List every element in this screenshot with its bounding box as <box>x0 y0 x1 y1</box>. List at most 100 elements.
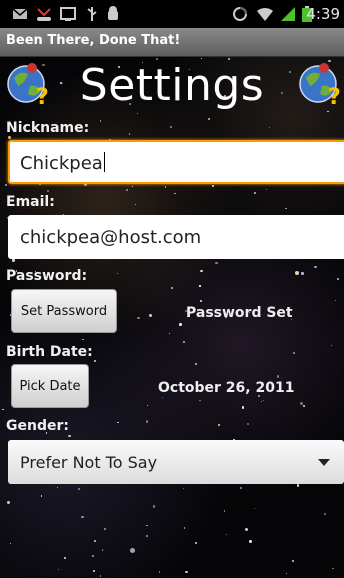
star <box>4 183 7 186</box>
star <box>241 406 244 409</box>
status-time: 4:39 <box>306 5 340 23</box>
missed-call-icon <box>37 8 51 21</box>
star <box>194 542 197 545</box>
svg-text:?: ? <box>328 85 341 108</box>
star <box>276 375 280 378</box>
star <box>46 190 49 193</box>
star <box>211 184 215 188</box>
nickname-label: Nickname: <box>6 120 90 136</box>
star <box>253 191 257 195</box>
star <box>239 487 242 490</box>
star <box>10 543 12 545</box>
star <box>126 189 128 191</box>
globe-question-icon: ? <box>299 63 341 108</box>
pick-date-button[interactable]: Pick Date <box>11 364 89 408</box>
star <box>40 495 42 497</box>
star <box>199 399 201 401</box>
star <box>330 344 332 346</box>
star <box>199 285 201 287</box>
star <box>81 338 84 341</box>
star <box>285 207 287 210</box>
app-title-bar: Been There, Done That! <box>0 28 344 57</box>
email-value: chickpea@host.com <box>20 227 202 248</box>
app-title: Been There, Done That! <box>6 33 181 48</box>
star <box>99 120 102 122</box>
star <box>265 188 268 191</box>
star <box>145 420 148 423</box>
star <box>334 299 337 301</box>
star <box>93 539 96 542</box>
star <box>215 262 218 265</box>
star <box>147 404 149 407</box>
star <box>268 127 271 129</box>
star <box>103 527 106 531</box>
star <box>93 360 96 363</box>
signal-icon <box>281 7 295 21</box>
star <box>2 408 4 411</box>
password-status: Password Set <box>186 305 293 321</box>
gender-selected: Prefer Not To Say <box>20 453 158 472</box>
star <box>249 540 252 543</box>
star <box>223 510 226 513</box>
star <box>146 534 148 537</box>
screen-icon <box>60 7 76 21</box>
star <box>245 528 249 532</box>
star <box>286 573 288 575</box>
star <box>314 265 317 268</box>
set-password-button[interactable]: Set Password <box>11 289 117 333</box>
star <box>64 556 66 559</box>
star <box>291 559 294 562</box>
star <box>128 133 131 135</box>
star <box>207 117 210 120</box>
star <box>146 524 148 527</box>
star <box>137 112 139 114</box>
star <box>200 269 203 272</box>
wifi-icon <box>257 7 273 21</box>
star <box>185 570 188 574</box>
star <box>337 278 339 280</box>
star <box>200 57 203 60</box>
star <box>8 136 12 140</box>
star <box>324 513 327 515</box>
star <box>301 272 304 275</box>
star <box>92 555 94 557</box>
dropdown-arrow-icon <box>318 459 330 466</box>
star <box>164 186 167 188</box>
birth-date-value: October 26, 2011 <box>158 380 295 396</box>
star <box>117 272 119 275</box>
android-debug-icon <box>108 6 118 20</box>
gender-spinner[interactable]: Prefer Not To Say <box>8 440 344 484</box>
star <box>194 362 197 366</box>
star <box>182 341 185 344</box>
star <box>225 533 228 536</box>
star <box>332 567 335 570</box>
star <box>246 422 249 426</box>
star <box>170 125 173 128</box>
password-label: Password: <box>6 268 88 284</box>
star <box>68 434 71 437</box>
nickname-field[interactable]: Chickpea <box>8 140 344 184</box>
star <box>199 299 203 303</box>
star <box>135 203 137 205</box>
star <box>149 313 152 317</box>
star <box>261 400 263 403</box>
birth-date-label: Birth Date: <box>6 344 93 360</box>
mail-icon <box>12 8 28 19</box>
status-bar: 4:39 <box>0 0 344 28</box>
star <box>174 192 176 194</box>
star <box>158 571 161 573</box>
star <box>262 399 265 402</box>
star <box>162 397 164 399</box>
nickname-value: Chickpea <box>20 153 103 174</box>
star <box>293 352 295 354</box>
star <box>296 484 299 487</box>
email-field[interactable]: chickpea@host.com <box>8 215 344 259</box>
star <box>101 549 104 551</box>
star <box>93 570 96 573</box>
star <box>57 568 60 570</box>
star <box>183 527 186 529</box>
star <box>81 515 84 519</box>
star <box>253 507 255 509</box>
text-caret <box>103 152 105 172</box>
star <box>131 185 134 188</box>
